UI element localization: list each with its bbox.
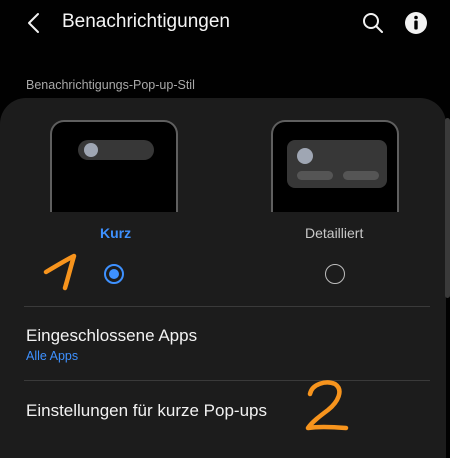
option-label-detailed[interactable]: Detailliert — [305, 225, 363, 241]
section-label: Benachrichtigungs-Pop-up-Stil — [26, 78, 195, 92]
short-style-preview[interactable] — [50, 120, 178, 212]
option-label-short[interactable]: Kurz — [100, 225, 131, 241]
annotation-1 — [43, 253, 77, 291]
back-button[interactable] — [22, 10, 50, 36]
included-apps-value: Alle Apps — [26, 349, 79, 363]
search-button[interactable] — [360, 10, 386, 36]
chevron-left-icon — [28, 13, 39, 33]
short-popups-settings-title: Einstellungen für kurze Pop-ups — [26, 401, 267, 420]
search-icon — [363, 13, 383, 33]
info-icon — [405, 12, 427, 34]
action-placeholder — [343, 171, 379, 180]
action-placeholder — [297, 171, 333, 180]
included-apps-row[interactable]: Eingeschlossene Apps Alle Apps — [0, 306, 446, 380]
detailed-popup-card — [287, 140, 387, 188]
app-bar: Benachrichtigungen — [0, 0, 450, 46]
scrollbar[interactable] — [445, 118, 450, 298]
detailed-style-preview[interactable] — [271, 120, 399, 212]
annotation-2 — [305, 380, 349, 431]
app-icon-placeholder — [297, 148, 313, 164]
radio-detailed[interactable] — [325, 264, 345, 284]
short-popup-pill — [78, 140, 154, 160]
app-icon-placeholder — [84, 143, 98, 157]
short-popups-settings-row[interactable]: Einstellungen für kurze Pop-ups — [0, 381, 446, 443]
page-title: Benachrichtigungen — [62, 11, 230, 32]
included-apps-title: Eingeschlossene Apps — [26, 326, 198, 345]
radio-selected-dot — [109, 269, 119, 279]
radio-short[interactable] — [104, 264, 124, 284]
info-button[interactable] — [402, 9, 430, 37]
